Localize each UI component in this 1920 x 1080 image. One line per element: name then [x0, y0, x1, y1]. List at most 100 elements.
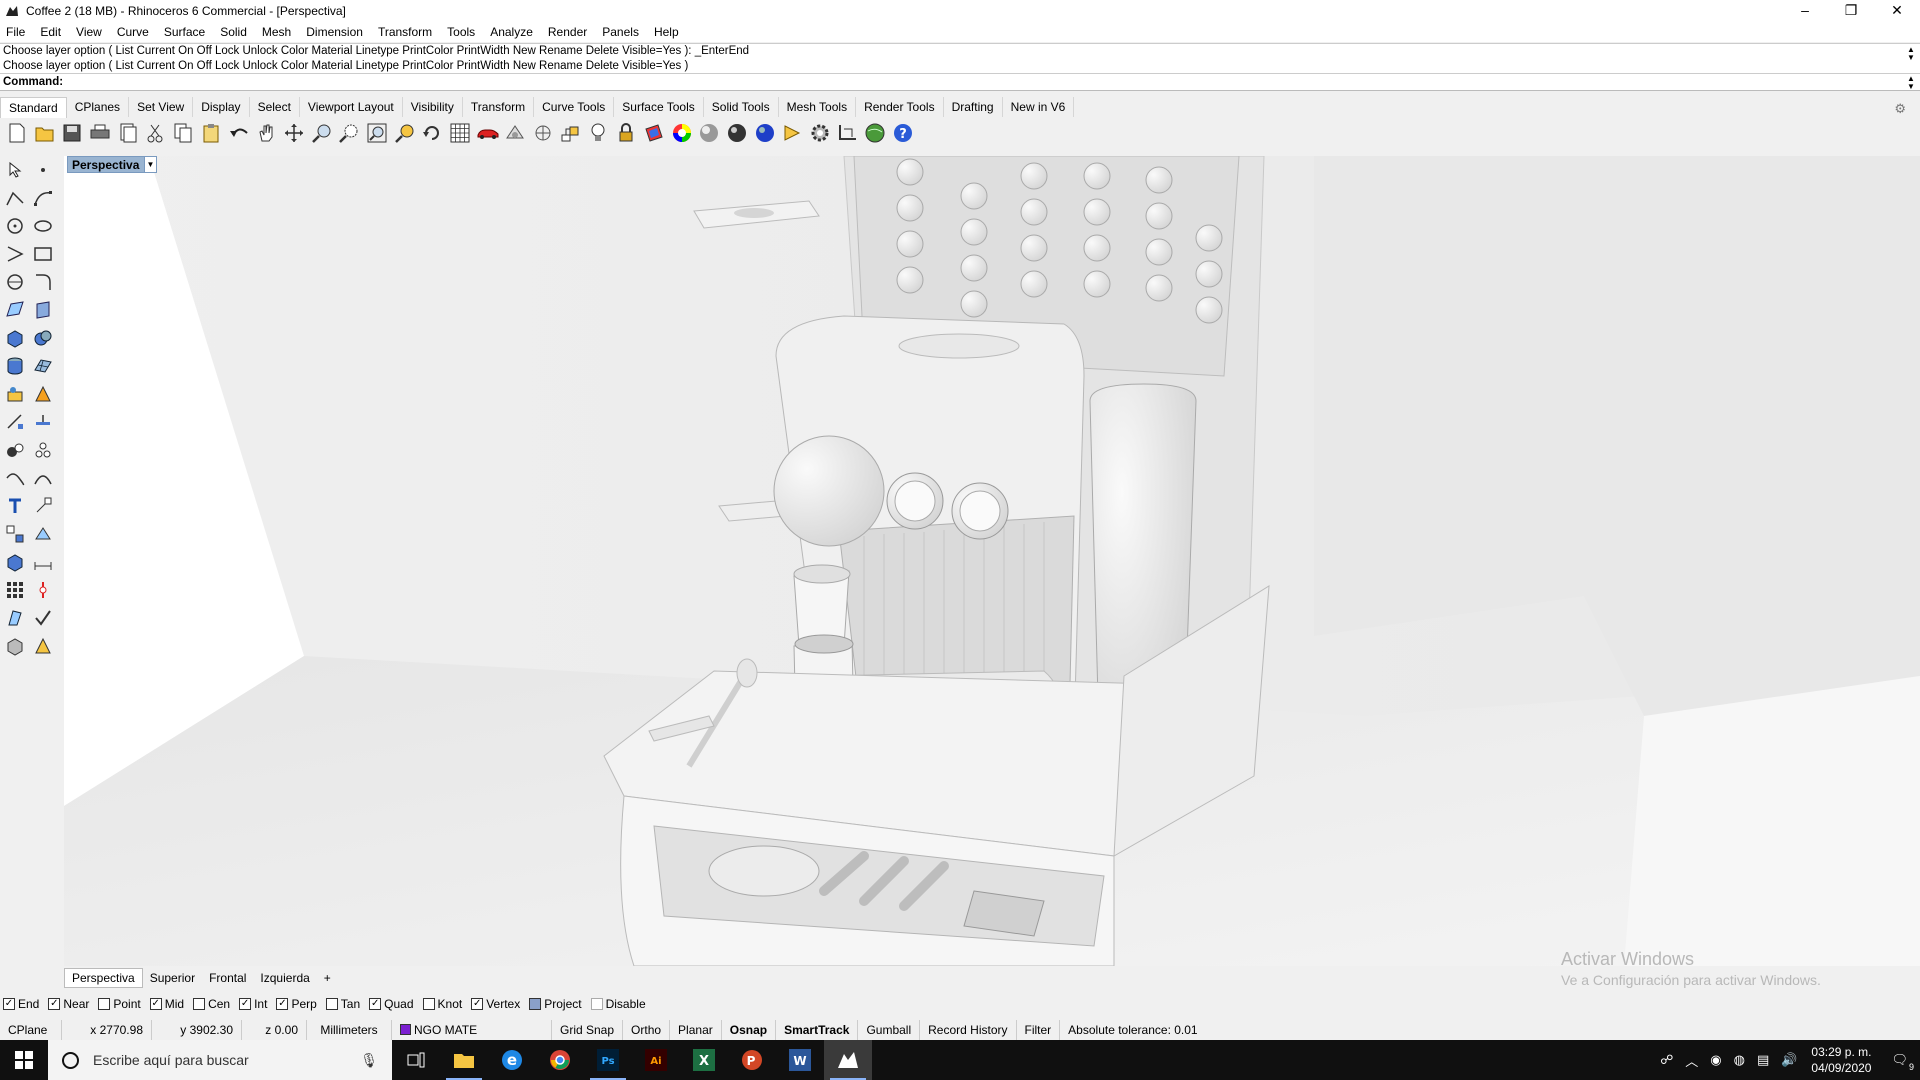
menu-curve[interactable]: Curve — [117, 25, 149, 39]
menu-dimension[interactable]: Dimension — [306, 25, 363, 39]
tab-select[interactable]: Select — [250, 97, 300, 117]
undo-icon[interactable] — [228, 122, 250, 144]
menu-surface[interactable]: Surface — [164, 25, 205, 39]
status-units[interactable]: Millimeters — [307, 1020, 392, 1040]
gumball-icon[interactable] — [32, 579, 54, 601]
viewport-tab-izquierda[interactable]: Izquierda — [253, 969, 316, 987]
four-viewports-icon[interactable] — [449, 122, 471, 144]
import-icon[interactable] — [117, 122, 139, 144]
viewport-tab-superior[interactable]: Superior — [143, 969, 202, 987]
tray-overflow-icon[interactable]: ︿ — [1685, 1051, 1698, 1070]
tab-solid-tools[interactable]: Solid Tools — [704, 97, 779, 117]
restore-button[interactable]: ❐ — [1828, 0, 1874, 22]
drafting-icon[interactable] — [32, 635, 54, 657]
polyline-icon[interactable] — [4, 187, 26, 209]
command-scroll[interactable]: ▲ ▼ — [1906, 75, 1916, 91]
analyze-icon[interactable] — [4, 607, 26, 629]
viewport-title[interactable]: Perspectiva ▼ — [67, 156, 157, 173]
polygon-icon[interactable] — [4, 271, 26, 293]
add-viewport-tab-icon[interactable]: + — [317, 969, 338, 987]
menu-tools[interactable]: Tools — [447, 25, 475, 39]
car-render-icon[interactable] — [477, 122, 499, 144]
osnap-cen[interactable]: Cen — [193, 997, 230, 1011]
menu-view[interactable]: View — [76, 25, 102, 39]
tab-set-view[interactable]: Set View — [129, 97, 194, 117]
osnap-quad[interactable]: ✓ Quad — [369, 997, 414, 1011]
lock-icon[interactable] — [615, 122, 637, 144]
globe-icon[interactable] — [864, 122, 886, 144]
help-icon[interactable]: ? — [892, 122, 914, 144]
zoom-selected-icon[interactable] — [394, 122, 416, 144]
box-solid-icon[interactable] — [4, 327, 26, 349]
boolean-union-icon[interactable] — [32, 327, 54, 349]
notification-center-icon[interactable]: 🗨 9 — [1891, 1052, 1914, 1072]
scale-icon[interactable] — [32, 495, 54, 517]
move-icon[interactable] — [283, 122, 305, 144]
extrude-surface-icon[interactable] — [32, 299, 54, 321]
osnap-vertex[interactable]: ✓ Vertex — [471, 997, 520, 1011]
tab-curve-tools[interactable]: Curve Tools — [534, 97, 615, 117]
tab-mesh-tools[interactable]: Mesh Tools — [779, 97, 857, 117]
tab-render-tools[interactable]: Render Tools — [856, 97, 944, 117]
cylinder-icon[interactable] — [4, 355, 26, 377]
shaded-sphere-icon[interactable] — [698, 122, 720, 144]
check-icon[interactable] — [32, 607, 54, 629]
fillet-icon[interactable] — [32, 271, 54, 293]
volume-icon[interactable]: 🔊 — [1781, 1052, 1797, 1068]
block-icon[interactable] — [4, 551, 26, 573]
text-tool-icon[interactable] — [4, 495, 26, 517]
network-icon[interactable]: ▤ — [1757, 1052, 1769, 1068]
light-icon[interactable] — [560, 122, 582, 144]
word-app[interactable]: W — [776, 1040, 824, 1080]
grid-snap-icon[interactable] — [837, 122, 859, 144]
tray-app-icon[interactable]: ◍ — [1734, 1052, 1745, 1068]
illustrator-app[interactable]: Ai — [632, 1040, 680, 1080]
tab-surface-tools[interactable]: Surface Tools — [614, 97, 704, 117]
zoom-window-icon[interactable] — [338, 122, 360, 144]
mirror-icon[interactable] — [32, 523, 54, 545]
save-icon[interactable] — [61, 122, 83, 144]
rectangle-icon[interactable] — [32, 243, 54, 265]
minimize-button[interactable]: – — [1782, 0, 1828, 22]
surface-corner-icon[interactable] — [4, 299, 26, 321]
blue-sphere-icon[interactable] — [754, 122, 776, 144]
history-scroll[interactable]: ▲ ▼ — [1906, 46, 1916, 62]
tab-drafting[interactable]: Drafting — [944, 97, 1003, 117]
status-grid-snap[interactable]: Grid Snap — [552, 1020, 624, 1040]
dimension-linear-icon[interactable] — [32, 551, 54, 573]
layer-icon[interactable] — [643, 122, 665, 144]
rhino-taskbar-app[interactable] — [824, 1040, 872, 1080]
command-input[interactable] — [66, 76, 1867, 88]
point-icon[interactable] — [32, 159, 54, 181]
powerpoint-app[interactable]: P — [728, 1040, 776, 1080]
osnap-point[interactable]: Point — [98, 997, 141, 1011]
status-osnap[interactable]: Osnap — [722, 1020, 777, 1040]
tab-display[interactable]: Display — [193, 97, 250, 117]
start-button[interactable] — [0, 1040, 48, 1080]
menu-render[interactable]: Render — [548, 25, 587, 39]
chrome-app[interactable] — [536, 1040, 584, 1080]
ellipse-icon[interactable] — [32, 215, 54, 237]
edge-browser-app[interactable]: e — [488, 1040, 536, 1080]
status-smarttrack[interactable]: SmartTrack — [776, 1020, 859, 1040]
osnap-near[interactable]: ✓ Near — [48, 997, 89, 1011]
color-wheel-icon[interactable] — [671, 122, 693, 144]
close-button[interactable]: ✕ — [1874, 0, 1920, 22]
text-icon[interactable] — [32, 383, 54, 405]
menu-transform[interactable]: Transform — [378, 25, 432, 39]
menu-help[interactable]: Help — [654, 25, 679, 39]
toolbar-settings-icon[interactable]: ⚙ — [1886, 99, 1914, 119]
render-icon[interactable] — [4, 635, 26, 657]
task-view-button[interactable] — [392, 1040, 440, 1080]
status-cplane[interactable]: CPlane — [0, 1020, 62, 1040]
excel-app[interactable]: X — [680, 1040, 728, 1080]
status-record-history[interactable]: Record History — [920, 1020, 1017, 1040]
status-layer[interactable]: NGO MATE — [392, 1020, 552, 1040]
tray-app-icon[interactable]: ◉ — [1710, 1052, 1721, 1068]
arc-icon[interactable] — [4, 243, 26, 265]
mesh-icon[interactable] — [32, 355, 54, 377]
status-gumball[interactable]: Gumball — [858, 1020, 921, 1040]
tab-new-in-v6[interactable]: New in V6 — [1003, 97, 1075, 117]
menu-mesh[interactable]: Mesh — [262, 25, 291, 39]
status-filter[interactable]: Filter — [1017, 1020, 1061, 1040]
